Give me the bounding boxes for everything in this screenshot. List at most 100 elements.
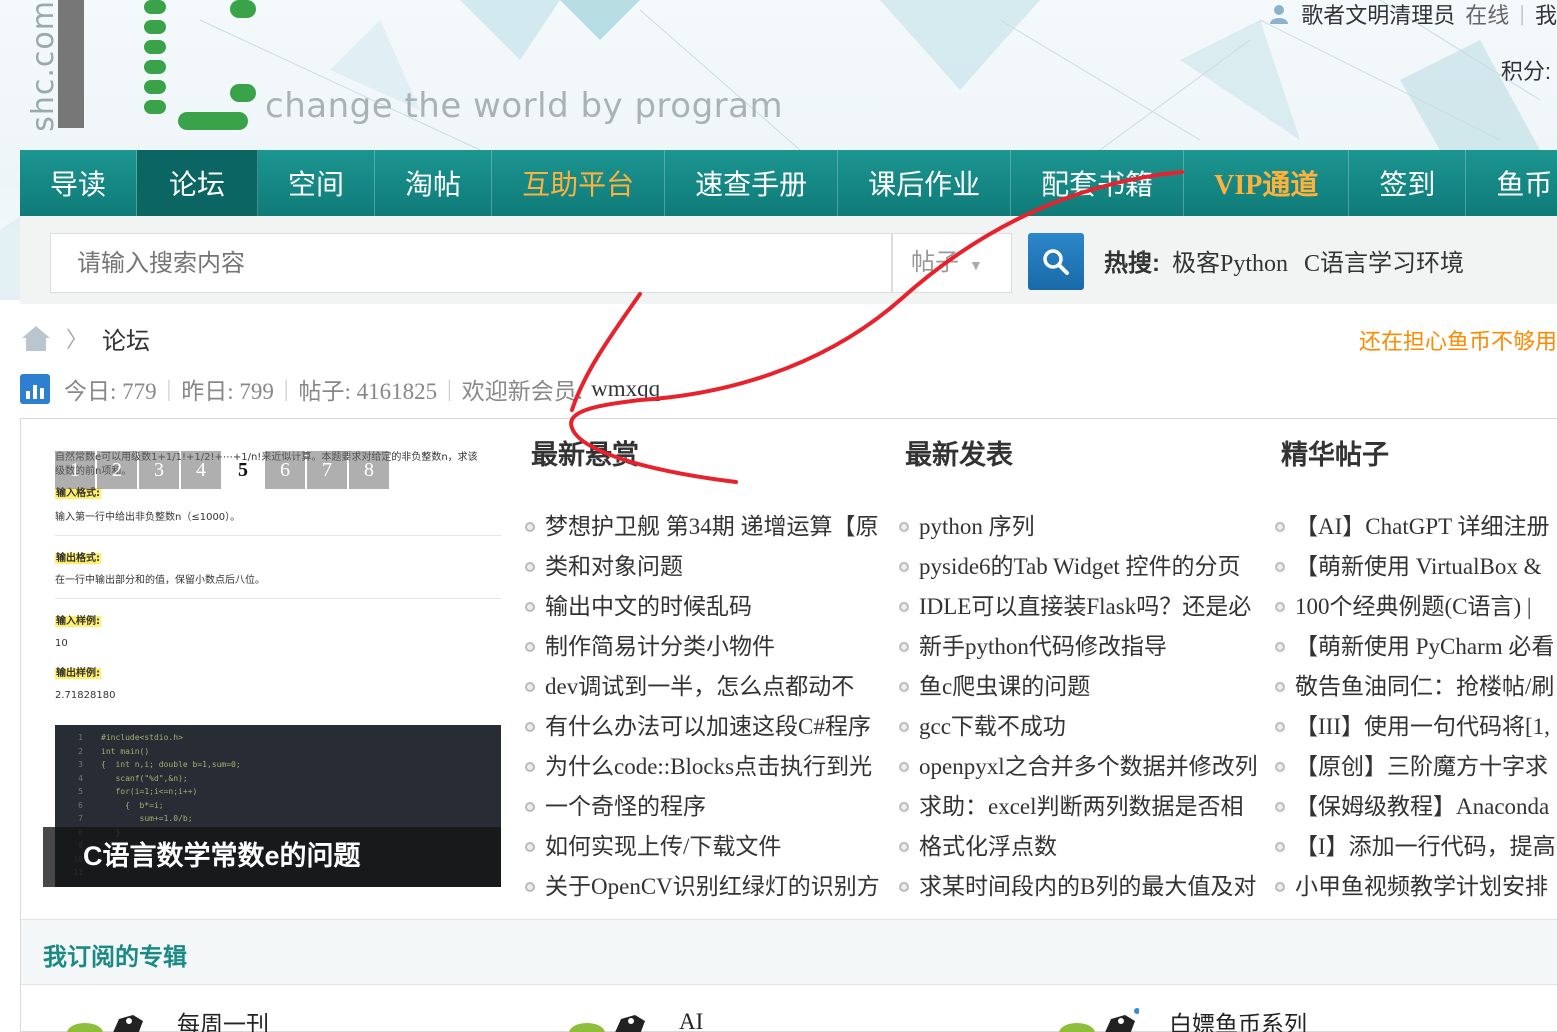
featured-slideshow[interactable]: 自然常数e可以用级数1+1/1!+1/2!+⋯+1/n!来近似计算。本题要求对给… [43, 441, 501, 887]
thread-title[interactable]: 敬告鱼油同仁：抢楼帖/刷 [1295, 667, 1554, 707]
thread-item[interactable]: 一个奇怪的程序 [525, 787, 897, 827]
thread-title[interactable]: gcc下载不成功 [919, 707, 1066, 747]
thread-item[interactable]: 【原创】三阶魔方十字求 [1275, 747, 1557, 787]
thread-title[interactable]: 为什么code::Blocks点击执行到光 [545, 747, 872, 787]
thread-title[interactable]: 新手python代码修改指导 [919, 627, 1167, 667]
thread-title[interactable]: 制作简易计分类小物件 [545, 627, 775, 667]
thread-item[interactable]: openpyxl之合并多个数据并修改列 [899, 747, 1271, 787]
slide-page-button[interactable]: 7 [307, 451, 347, 489]
subscription-item[interactable]: 每周一刊 [61, 1007, 269, 1032]
thread-title[interactable]: 【原创】三阶魔方十字求 [1295, 747, 1548, 787]
thread-item[interactable]: pyside6的Tab Widget 控件的分页 [899, 547, 1271, 587]
thread-item[interactable]: 【AI】ChatGPT 详细注册 [1275, 507, 1557, 547]
thread-title[interactable]: 格式化浮点数 [919, 827, 1057, 867]
thread-item[interactable]: 类和对象问题 [525, 547, 897, 587]
thread-title[interactable]: 求某时间段内的B列的最大值及对 [919, 867, 1256, 907]
slide-page-button[interactable]: 4 [181, 451, 221, 489]
nav-item-space[interactable]: 空间 [258, 150, 376, 216]
slide-page-button[interactable]: 2 [97, 451, 137, 489]
subscription-name[interactable]: AI [679, 1009, 703, 1032]
nav-item-books[interactable]: 配套书籍 [1011, 150, 1185, 216]
slide-page-button[interactable]: 6 [265, 451, 305, 489]
thread-item[interactable]: 【保姆级教程】Anaconda [1275, 787, 1557, 827]
search-input[interactable] [50, 233, 892, 293]
subscription-name[interactable]: 白嫖鱼币系列 [1169, 1005, 1307, 1032]
nav-item-help-platform[interactable]: 互助平台 [492, 150, 666, 216]
thread-title[interactable]: 【萌新使用 VirtualBox & [1295, 547, 1542, 587]
thread-item[interactable]: 新手python代码修改指导 [899, 627, 1271, 667]
thread-item[interactable]: 输出中文的时候乱码 [525, 587, 897, 627]
user-menu-link[interactable]: 我 [1535, 0, 1557, 30]
thread-item[interactable]: 有什么办法可以加速这段C#程序 [525, 707, 897, 747]
thread-title[interactable]: 求助：excel判断两列数据是否相 [919, 787, 1244, 827]
nav-item-collections[interactable]: 淘帖 [375, 150, 493, 216]
thread-item[interactable]: 求助：excel判断两列数据是否相 [899, 787, 1271, 827]
username-link[interactable]: 歌者文明清理员 [1301, 0, 1455, 30]
thread-item[interactable]: IDLE可以直接装Flask吗？还是必 [899, 587, 1271, 627]
thread-item[interactable]: dev调试到一半，怎么点都动不 [525, 667, 897, 707]
thread-item[interactable]: 格式化浮点数 [899, 827, 1271, 867]
slide-page-button[interactable]: 3 [139, 451, 179, 489]
nav-item-vip[interactable]: VIP通道 [1184, 150, 1350, 216]
thread-item[interactable]: 求某时间段内的B列的最大值及对 [899, 867, 1271, 907]
thread-item[interactable]: 【萌新使用 PyCharm 必看 [1275, 627, 1557, 667]
thread-title[interactable]: 关于OpenCV识别红绿灯的识别方 [545, 867, 880, 907]
thread-title[interactable]: 【保姆级教程】Anaconda [1295, 787, 1549, 827]
thread-item[interactable]: 100个经典例题(C语言) | [1275, 587, 1557, 627]
thread-item[interactable]: gcc下载不成功 [899, 707, 1271, 747]
thread-title[interactable]: 类和对象问题 [545, 547, 683, 587]
thread-item[interactable]: 敬告鱼油同仁：抢楼帖/刷 [1275, 667, 1557, 707]
nav-item-homework[interactable]: 课后作业 [838, 150, 1012, 216]
slide-page-button[interactable]: 8 [349, 451, 389, 489]
thread-item[interactable]: 为什么code::Blocks点击执行到光 [525, 747, 897, 787]
thread-title[interactable]: 如何实现上传/下载文件 [545, 827, 781, 867]
thread-item[interactable]: 鱼c爬虫课的问题 [899, 667, 1271, 707]
promo-link[interactable]: 还在担心鱼币不够用 [1359, 324, 1557, 356]
search-button[interactable] [1028, 233, 1084, 290]
thread-title[interactable]: 一个奇怪的程序 [545, 787, 706, 827]
thread-title[interactable]: 100个经典例题(C语言) | [1295, 587, 1532, 627]
home-icon[interactable] [20, 324, 52, 352]
thread-item[interactable]: 如何实现上传/下载文件 [525, 827, 897, 867]
thread-title[interactable]: 【I】添加一行代码，提高 [1295, 827, 1556, 867]
thread-item[interactable]: 梦想护卫舰 第34期 递增运算【原 [525, 507, 897, 547]
nav-item-checkin[interactable]: 签到 [1349, 150, 1467, 216]
thread-title[interactable]: 【III】使用一句代码将[1, [1295, 707, 1550, 747]
slide-page-button[interactable]: 1 [55, 451, 95, 489]
subscription-item[interactable]: 白嫖鱼币系列 [1053, 1007, 1307, 1032]
thread-item[interactable]: 关于OpenCV识别红绿灯的识别方 [525, 867, 897, 907]
hot-keyword[interactable]: C语言学习环境 [1304, 251, 1464, 277]
nav-item-quick-reference[interactable]: 速查手册 [665, 150, 839, 216]
thread-title[interactable]: 有什么办法可以加速这段C#程序 [545, 707, 871, 747]
hot-keyword[interactable]: 极客Python [1172, 251, 1288, 277]
thread-item[interactable]: 制作简易计分类小物件 [525, 627, 897, 667]
slide-page-button-current[interactable]: 5 [223, 451, 263, 489]
bullet-icon [525, 882, 535, 892]
subscription-item[interactable]: AI [563, 1007, 703, 1032]
thread-title[interactable]: 小甲鱼视频教学计划安排 [1295, 867, 1548, 907]
slide-caption[interactable]: C语言数学常数e的问题 [43, 827, 501, 887]
nav-item-guide[interactable]: 导读 [20, 150, 138, 216]
thread-item[interactable]: 小甲鱼视频教学计划安排 [1275, 867, 1557, 907]
thread-title[interactable]: IDLE可以直接装Flask吗？还是必 [919, 587, 1251, 627]
subscription-name[interactable]: 每周一刊 [177, 1005, 269, 1032]
thread-item[interactable]: 【I】添加一行代码，提高 [1275, 827, 1557, 867]
thread-title[interactable]: 梦想护卫舰 第34期 递增运算【原 [545, 507, 879, 547]
thread-title[interactable]: python 序列 [919, 507, 1035, 547]
thread-item[interactable]: 【III】使用一句代码将[1, [1275, 707, 1557, 747]
logo-mark[interactable] [138, 0, 268, 132]
thread-title[interactable]: pyside6的Tab Widget 控件的分页 [919, 547, 1241, 587]
nav-item-forum[interactable]: 论坛 [137, 150, 259, 216]
breadcrumb-current[interactable]: 论坛 [102, 321, 150, 356]
thread-title[interactable]: 【AI】ChatGPT 详细注册 [1295, 507, 1550, 547]
thread-title[interactable]: dev调试到一半，怎么点都动不 [545, 667, 854, 707]
thread-title[interactable]: openpyxl之合并多个数据并修改列 [919, 747, 1258, 787]
thread-item[interactable]: 【萌新使用 VirtualBox & [1275, 547, 1557, 587]
search-type-select[interactable]: 帖子 ▼ [892, 233, 1012, 293]
nav-item-fish-coins[interactable]: 鱼币 [1466, 150, 1557, 216]
thread-title[interactable]: 鱼c爬虫课的问题 [919, 667, 1090, 707]
new-member-link[interactable]: wmxqq [591, 376, 660, 402]
thread-item[interactable]: python 序列 [899, 507, 1271, 547]
thread-title[interactable]: 【萌新使用 PyCharm 必看 [1295, 627, 1554, 667]
thread-title[interactable]: 输出中文的时候乱码 [545, 587, 752, 627]
